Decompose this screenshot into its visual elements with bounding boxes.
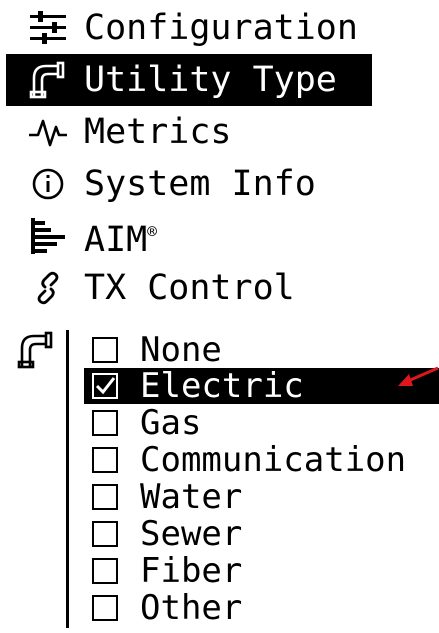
sliders-icon xyxy=(26,6,70,50)
menu-item-aim[interactable]: AIM® xyxy=(0,210,157,262)
link-icon xyxy=(26,266,70,310)
menu-item-label: Configuration xyxy=(84,8,358,48)
checkbox-unchecked[interactable] xyxy=(92,337,118,363)
option-label: Other xyxy=(140,588,243,628)
option-label: Electric xyxy=(140,366,304,406)
submenu-divider xyxy=(66,330,69,628)
checkbox-unchecked[interactable] xyxy=(92,521,118,547)
checkbox-unchecked[interactable] xyxy=(92,484,118,510)
option-electric[interactable]: Electric xyxy=(84,368,439,404)
option-label: Water xyxy=(140,477,243,517)
menu-item-system-info[interactable]: System Info xyxy=(0,158,316,210)
menu-item-label: TX Control xyxy=(84,268,295,308)
option-label: Communication xyxy=(140,440,407,480)
trademark-mark: ® xyxy=(147,222,157,241)
menu-item-configuration[interactable]: Configuration xyxy=(0,2,358,54)
option-fiber[interactable]: Fiber xyxy=(84,553,242,589)
option-label: Gas xyxy=(140,403,202,443)
menu-item-label: Metrics xyxy=(84,112,232,152)
menu-item-label: Utility Type xyxy=(84,60,337,100)
checkbox-unchecked[interactable] xyxy=(92,410,118,436)
option-label: None xyxy=(140,330,222,370)
option-other[interactable]: Other xyxy=(84,590,242,626)
menu-item-metrics[interactable]: Metrics xyxy=(0,106,232,158)
checkbox-unchecked[interactable] xyxy=(92,447,118,473)
info-icon xyxy=(26,162,70,206)
option-communication[interactable]: Communication xyxy=(84,442,406,478)
option-label: Fiber xyxy=(140,551,243,591)
menu-item-label: System Info xyxy=(84,164,316,204)
option-none[interactable]: None xyxy=(84,332,222,368)
aim-label: AIM xyxy=(84,220,148,260)
red-arrow-icon xyxy=(398,366,439,386)
checkbox-checked[interactable] xyxy=(92,373,118,399)
pulse-icon xyxy=(26,110,70,154)
option-sewer[interactable]: Sewer xyxy=(84,516,242,552)
pipe-icon xyxy=(26,58,70,102)
option-label: Sewer xyxy=(140,514,243,554)
menu-item-utility-type[interactable]: Utility Type xyxy=(6,54,372,106)
checkbox-unchecked[interactable] xyxy=(92,595,118,621)
menu-item-tx-control[interactable]: TX Control xyxy=(0,262,295,314)
pipe-icon xyxy=(16,330,56,370)
menu-item-label: AIM® xyxy=(84,206,157,266)
checkbox-unchecked[interactable] xyxy=(92,558,118,584)
option-gas[interactable]: Gas xyxy=(84,405,201,441)
bars-icon xyxy=(26,214,70,258)
option-water[interactable]: Water xyxy=(84,479,242,515)
